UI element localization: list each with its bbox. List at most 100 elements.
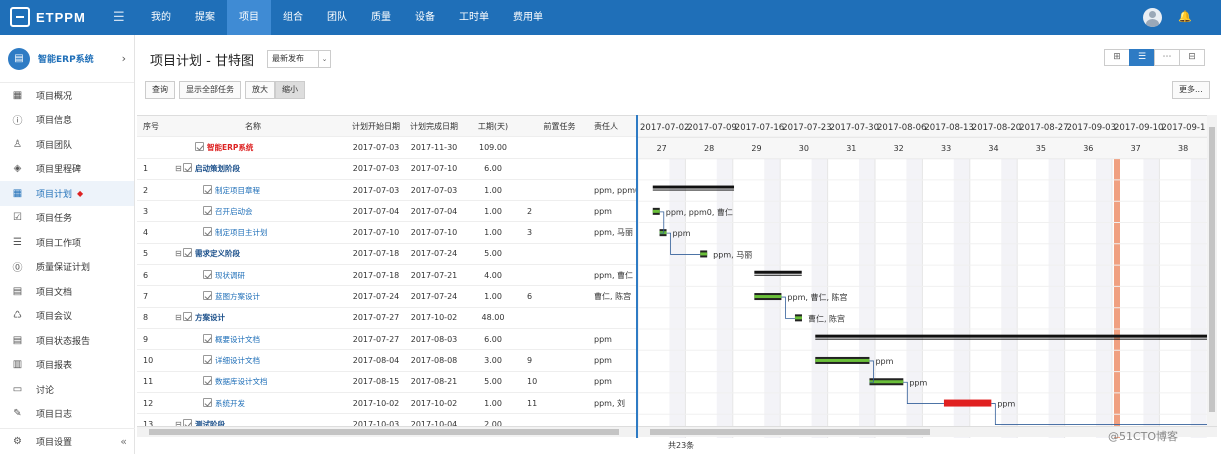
task-name[interactable]: 现状调研	[215, 271, 245, 280]
table-row[interactable]: 1 ⊟ 启动策划阶段 2017-07-03 2017-07-10 6.00	[137, 159, 636, 180]
network-view-icon[interactable]: ⋯	[1154, 49, 1180, 66]
task-name[interactable]: 详细设计文档	[215, 356, 260, 365]
table-row[interactable]: 7 蓝图方案设计 2017-07-24 2017-07-24 1.00 6 曹仁, 陈宫	[137, 286, 636, 308]
sidebar-item-label: 项目任务	[36, 214, 73, 225]
zoom-in-button[interactable]: 放大	[245, 81, 275, 99]
sidebar-item[interactable]: ▦ 项目计划 ◆	[0, 181, 134, 206]
col-header-duration[interactable]: 工期(天)	[463, 121, 523, 132]
task-check-icon	[203, 397, 212, 407]
project-switcher[interactable]: ▤ 智能ERP系统 ›	[0, 35, 134, 83]
cell-start: 2017-07-04	[352, 206, 400, 216]
table-row[interactable]: 12 系统开发 2017-10-02 2017-10-02 1.00 11 ppm, 刘	[137, 393, 636, 415]
sidebar-item[interactable]: ▭ 讨论	[0, 377, 134, 402]
sidebar-item[interactable]: ✎ 项目日志	[0, 402, 134, 427]
task-name[interactable]: 制定项目主计划	[215, 228, 268, 237]
table-row[interactable]: 2 制定项目章程 2017-07-03 2017-07-03 1.00 ppm, ppm0	[137, 180, 636, 202]
table-row[interactable]: 5 ⊟ 需求定义阶段 2017-07-18 2017-07-24 5.00	[137, 244, 636, 266]
task-name[interactable]: 智能ERP系统	[207, 143, 253, 152]
col-header-predecessor[interactable]: 前置任务	[523, 121, 592, 132]
table-row[interactable]: 11 数据库设计文档 2017-08-15 2017-08-21 5.00 10 ppm	[137, 372, 636, 393]
table-row[interactable]: 智能ERP系统 2017-07-03 2017-11-30 109.00	[137, 137, 636, 159]
project-name: 智能ERP系统	[38, 55, 94, 65]
collapse-toggle-icon[interactable]: ⊟	[175, 249, 183, 258]
sidebar-item[interactable]: ☑ 项目任务	[0, 206, 134, 231]
task-name[interactable]: 需求定义阶段	[195, 249, 240, 258]
user-avatar[interactable]	[1143, 8, 1162, 27]
task-check-icon	[183, 248, 192, 258]
tree-view-icon[interactable]: ⊞	[1104, 49, 1130, 66]
sidebar-item[interactable]: ▥ 项目报表	[0, 353, 134, 378]
nav-item[interactable]: 设备	[403, 0, 447, 35]
sidebar-item[interactable]: ♺ 项目会议	[0, 304, 134, 329]
scrollbar-thumb[interactable]	[149, 429, 619, 435]
cell-no: 2	[143, 185, 149, 195]
sidebar-item[interactable]: ▤ 项目文档	[0, 279, 134, 304]
nav-item[interactable]: 我的	[139, 0, 183, 35]
week-band	[1159, 158, 1191, 438]
nav-item[interactable]: 项目	[227, 0, 271, 35]
show-all-tasks-button[interactable]: 显示全部任务	[179, 81, 241, 99]
col-header-name[interactable]: 名称	[159, 121, 347, 132]
week-band	[685, 158, 717, 438]
table-row[interactable]: 9 概要设计文档 2017-07-27 2017-08-03 6.00 ppm	[137, 329, 636, 351]
version-select[interactable]: 最新发布 ⌄	[267, 50, 331, 68]
bar-label: ppm, 马丽	[713, 250, 752, 259]
week-date-label: 2017-08-27	[1019, 123, 1068, 133]
task-name[interactable]: 方案设计	[195, 313, 225, 322]
main-nav: 我的 提案 项目 组合 团队 质量 设备 工时单 费用单	[139, 0, 555, 35]
task-name[interactable]: 启动策划阶段	[195, 164, 240, 173]
nav-item[interactable]: 质量	[359, 0, 403, 35]
nav-item[interactable]: 费用单	[501, 0, 555, 35]
sidebar-item[interactable]: ☰ 项目工作项	[0, 230, 134, 255]
scrollbar-thumb[interactable]	[650, 429, 930, 435]
task-name[interactable]: 制定项目章程	[215, 186, 260, 195]
sidebar-item[interactable]: ▦ 项目概况	[0, 83, 134, 108]
col-header-end[interactable]: 计划完成日期	[405, 121, 463, 132]
col-header-owner[interactable]: 责任人	[592, 121, 636, 132]
sidebar-item[interactable]: ♙ 项目团队	[0, 132, 134, 157]
gantt-view-icon[interactable]: ☰	[1129, 49, 1155, 66]
query-button[interactable]: 查询	[145, 81, 175, 99]
sidebar-item[interactable]: ◈ 项目里程碑	[0, 157, 134, 182]
hamburger-menu-icon[interactable]: ☰	[113, 10, 125, 25]
timeline-view-icon[interactable]: ⊟	[1179, 49, 1205, 66]
collapse-sidebar-icon[interactable]: «	[120, 435, 127, 448]
sidebar-item-settings[interactable]: ⚙ 项目设置 «	[0, 428, 135, 454]
task-name[interactable]: 数据库设计文档	[215, 377, 268, 386]
collapse-toggle-icon[interactable]: ⊟	[175, 164, 183, 173]
cell-no: 4	[143, 228, 149, 238]
nav-item[interactable]: 工时单	[447, 0, 501, 35]
sidebar-item[interactable]: ⓘ 项目信息	[0, 108, 134, 133]
table-row[interactable]: 8 ⊟ 方案设计 2017-07-27 2017-10-02 48.00	[137, 308, 636, 329]
grid-horizontal-scrollbar[interactable]	[137, 426, 636, 437]
task-name[interactable]: 概要设计文档	[215, 335, 260, 344]
task-name[interactable]: 系统开发	[215, 399, 245, 408]
nav-item[interactable]: 组合	[271, 0, 315, 35]
col-header-start[interactable]: 计划开始日期	[347, 121, 405, 132]
more-button[interactable]: 更多...	[1172, 81, 1210, 99]
sidebar-item[interactable]: ⓪ 质量保证计划	[0, 255, 134, 280]
scrollbar-thumb[interactable]	[1209, 127, 1215, 412]
chart-vertical-scrollbar[interactable]	[1207, 115, 1217, 426]
col-header-no[interactable]: 序号	[137, 121, 159, 132]
sidebar-item[interactable]: ▤ 项目状态报告	[0, 328, 134, 353]
cell-end: 2017-07-03	[410, 185, 458, 195]
sidebar-item-label: 项目状态报告	[36, 336, 91, 347]
nav-item[interactable]: 团队	[315, 0, 359, 35]
week-number-label: 37	[1131, 144, 1141, 153]
table-row[interactable]: 6 现状调研 2017-07-18 2017-07-21 4.00 ppm, 曹仁	[137, 265, 636, 287]
task-check-icon	[203, 205, 212, 215]
bell-icon[interactable]: 🔔	[1178, 10, 1192, 23]
chevron-right-icon[interactable]: ›	[122, 52, 126, 65]
task-name[interactable]: 召开启动会	[215, 207, 253, 216]
table-row[interactable]: 4 制定项目主计划 2017-07-10 2017-07-10 1.00 3 ppm, 马丽	[137, 222, 636, 244]
task-check-icon	[183, 163, 192, 173]
zoom-out-button[interactable]: 缩小	[275, 81, 305, 99]
nav-item[interactable]: 提案	[183, 0, 227, 35]
task-name[interactable]: 蓝图方案设计	[215, 292, 260, 301]
week-date-label: 2017-07-09	[687, 123, 736, 133]
app-logo[interactable]: ETPPM	[10, 7, 86, 27]
table-row[interactable]: 10 详细设计文档 2017-08-04 2017-08-08 3.00 9 ppm	[137, 350, 636, 372]
collapse-toggle-icon[interactable]: ⊟	[175, 313, 183, 322]
table-row[interactable]: 3 召开启动会 2017-07-04 2017-07-04 1.00 2 ppm	[137, 201, 636, 223]
